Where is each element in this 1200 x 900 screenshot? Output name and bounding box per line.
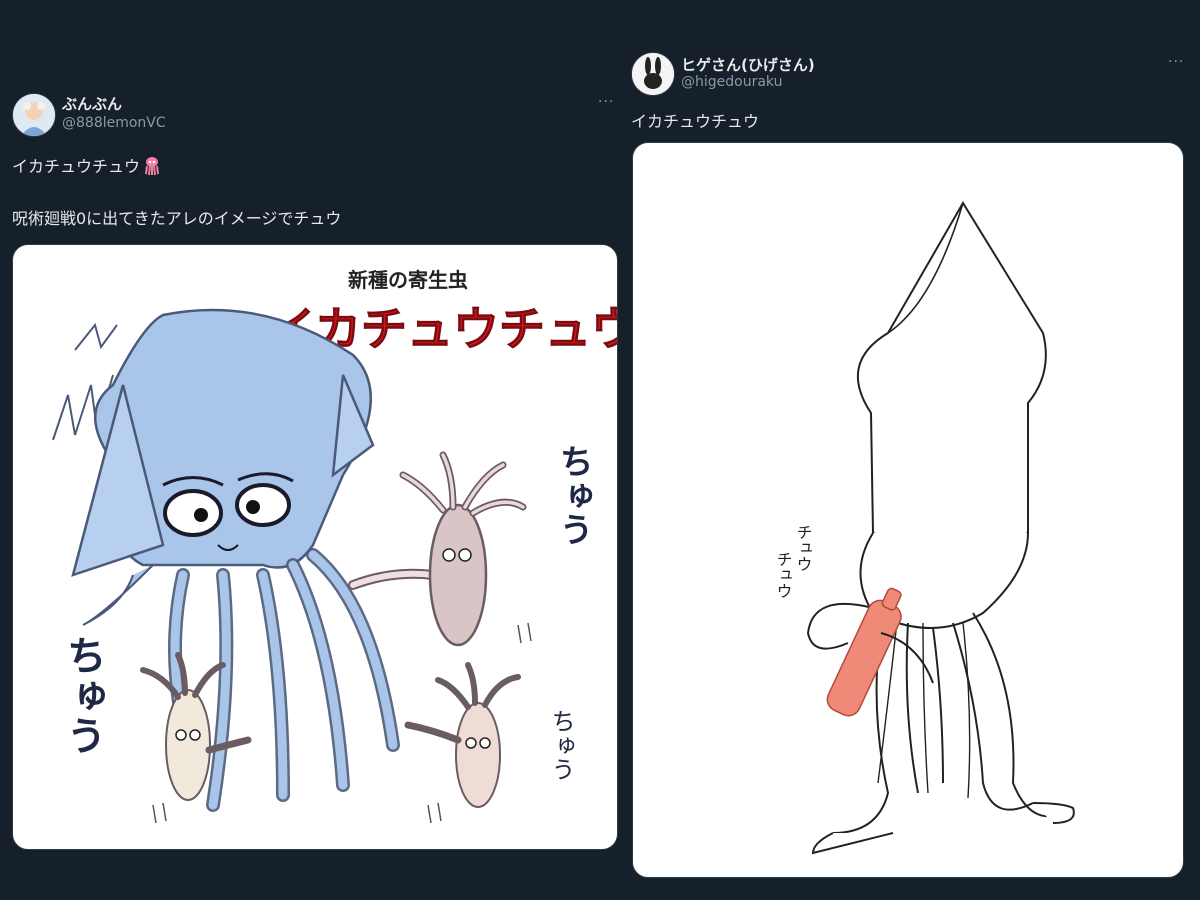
avatar[interactable] <box>12 93 56 137</box>
display-name[interactable]: ヒゲさん(ひげさん) <box>681 54 815 75</box>
parasite-right <box>348 451 527 647</box>
tweet-left: ぶんぶん @888lemonVC ··· イカチュウチュウ 呪術廻戦0に出てきた… <box>0 0 625 900</box>
parasite-bottom-right <box>404 662 521 808</box>
avatar[interactable] <box>631 52 675 96</box>
avatar-image <box>13 94 55 136</box>
tweet-text-line-1: イカチュウチュウ <box>12 153 162 180</box>
sound-effect-small: ちゅう <box>547 709 575 781</box>
tweet-text-line-2: 呪術廻戦0に出てきたアレのイメージでチュウ <box>12 209 342 228</box>
sound-effect-left: ちゅう <box>60 635 107 755</box>
tweet-right: ヒゲさん(ひげさん) @higedouraku ··· イカチュウチュウ チュウ… <box>625 0 1200 900</box>
tweet-text: イカチュウチュウ <box>12 157 141 176</box>
image-subtitle: 新種の寄生虫 <box>348 268 468 292</box>
tweet-text: イカチュウチュウ <box>631 112 760 131</box>
squid-emoji-icon <box>142 156 162 180</box>
display-name[interactable]: ぶんぶん <box>62 93 122 114</box>
user-handle[interactable]: @888lemonVC <box>62 115 166 131</box>
more-options-button[interactable]: ··· <box>598 94 614 110</box>
sound-effect-right: ちゅう <box>553 444 593 546</box>
user-handle[interactable]: @higedouraku <box>681 74 782 90</box>
tweet-image-squid-drawing[interactable]: チュウ チュウ <box>632 142 1184 878</box>
sound-effect-1: チュウ <box>794 524 813 572</box>
illustration: 新種の寄生虫 イカチュウチュウ ちゅう ちゅう ちゅう <box>52 268 617 824</box>
sound-effect-2: チュウ <box>774 551 793 599</box>
rabbit-avatar-icon <box>632 53 674 95</box>
squid-mantle <box>856 201 1047 549</box>
more-options-button[interactable]: ··· <box>1168 54 1184 70</box>
illustration: チュウ チュウ <box>774 201 1075 855</box>
tweet-image-squid-parasite[interactable]: 新種の寄生虫 イカチュウチュウ ちゅう ちゅう ちゅう <box>12 244 618 850</box>
